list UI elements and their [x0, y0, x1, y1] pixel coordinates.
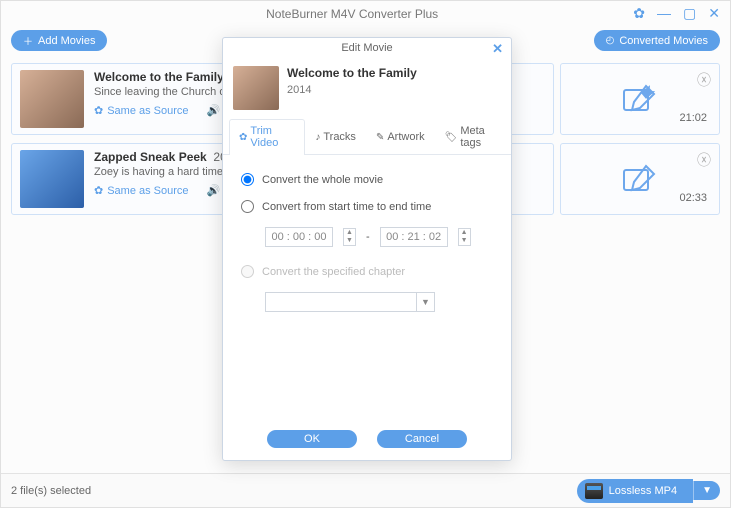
chevron-down-icon[interactable]: ▼ [344, 237, 355, 245]
tab-tracks[interactable]: ♪Tracks [305, 119, 366, 155]
start-time-input[interactable]: 00 : 00 : 00 [265, 227, 333, 247]
chevron-up-icon[interactable]: ▲ [344, 229, 355, 237]
end-time-input[interactable]: 00 : 21 : 02 [380, 227, 448, 247]
dialog-movie-title: Welcome to the Family [287, 66, 417, 80]
chapter-select: ▼ [265, 292, 435, 312]
tag-icon: 🏷 [445, 132, 458, 143]
option-convert-chapter: Convert the specified chapter [241, 265, 493, 278]
start-time-spinner[interactable]: ▲▼ [343, 228, 356, 246]
dialog-thumbnail [233, 66, 279, 110]
option-convert-whole[interactable]: Convert the whole movie [241, 173, 493, 186]
chevron-down-icon: ▼ [416, 293, 434, 311]
dialog-movie-year: 2014 [287, 84, 417, 96]
artwork-icon: ✎ [376, 132, 384, 143]
tab-artwork[interactable]: ✎Artwork [366, 119, 435, 155]
option-convert-range[interactable]: Convert from start time to end time [241, 200, 493, 213]
scissors-icon: ✿ [239, 132, 247, 143]
tab-meta-tags[interactable]: 🏷Meta tags [435, 119, 511, 155]
cancel-button[interactable]: Cancel [377, 430, 467, 448]
dialog-close-icon[interactable]: ✕ [492, 41, 503, 57]
time-separator: - [366, 231, 370, 243]
radio-convert-whole[interactable] [241, 173, 254, 186]
chevron-down-icon[interactable]: ▼ [459, 237, 470, 245]
ok-button[interactable]: OK [267, 430, 357, 448]
dialog-title: Edit Movie [341, 42, 392, 54]
edit-movie-dialog: Edit Movie ✕ Welcome to the Family 2014 … [222, 37, 512, 461]
modal-overlay: Edit Movie ✕ Welcome to the Family 2014 … [1, 1, 730, 507]
radio-convert-chapter [241, 265, 254, 278]
tab-trim-video[interactable]: ✿Trim Video [229, 119, 305, 155]
end-time-spinner[interactable]: ▲▼ [458, 228, 471, 246]
radio-convert-range[interactable] [241, 200, 254, 213]
tracks-icon: ♪ [315, 132, 320, 143]
chevron-up-icon[interactable]: ▲ [459, 229, 470, 237]
